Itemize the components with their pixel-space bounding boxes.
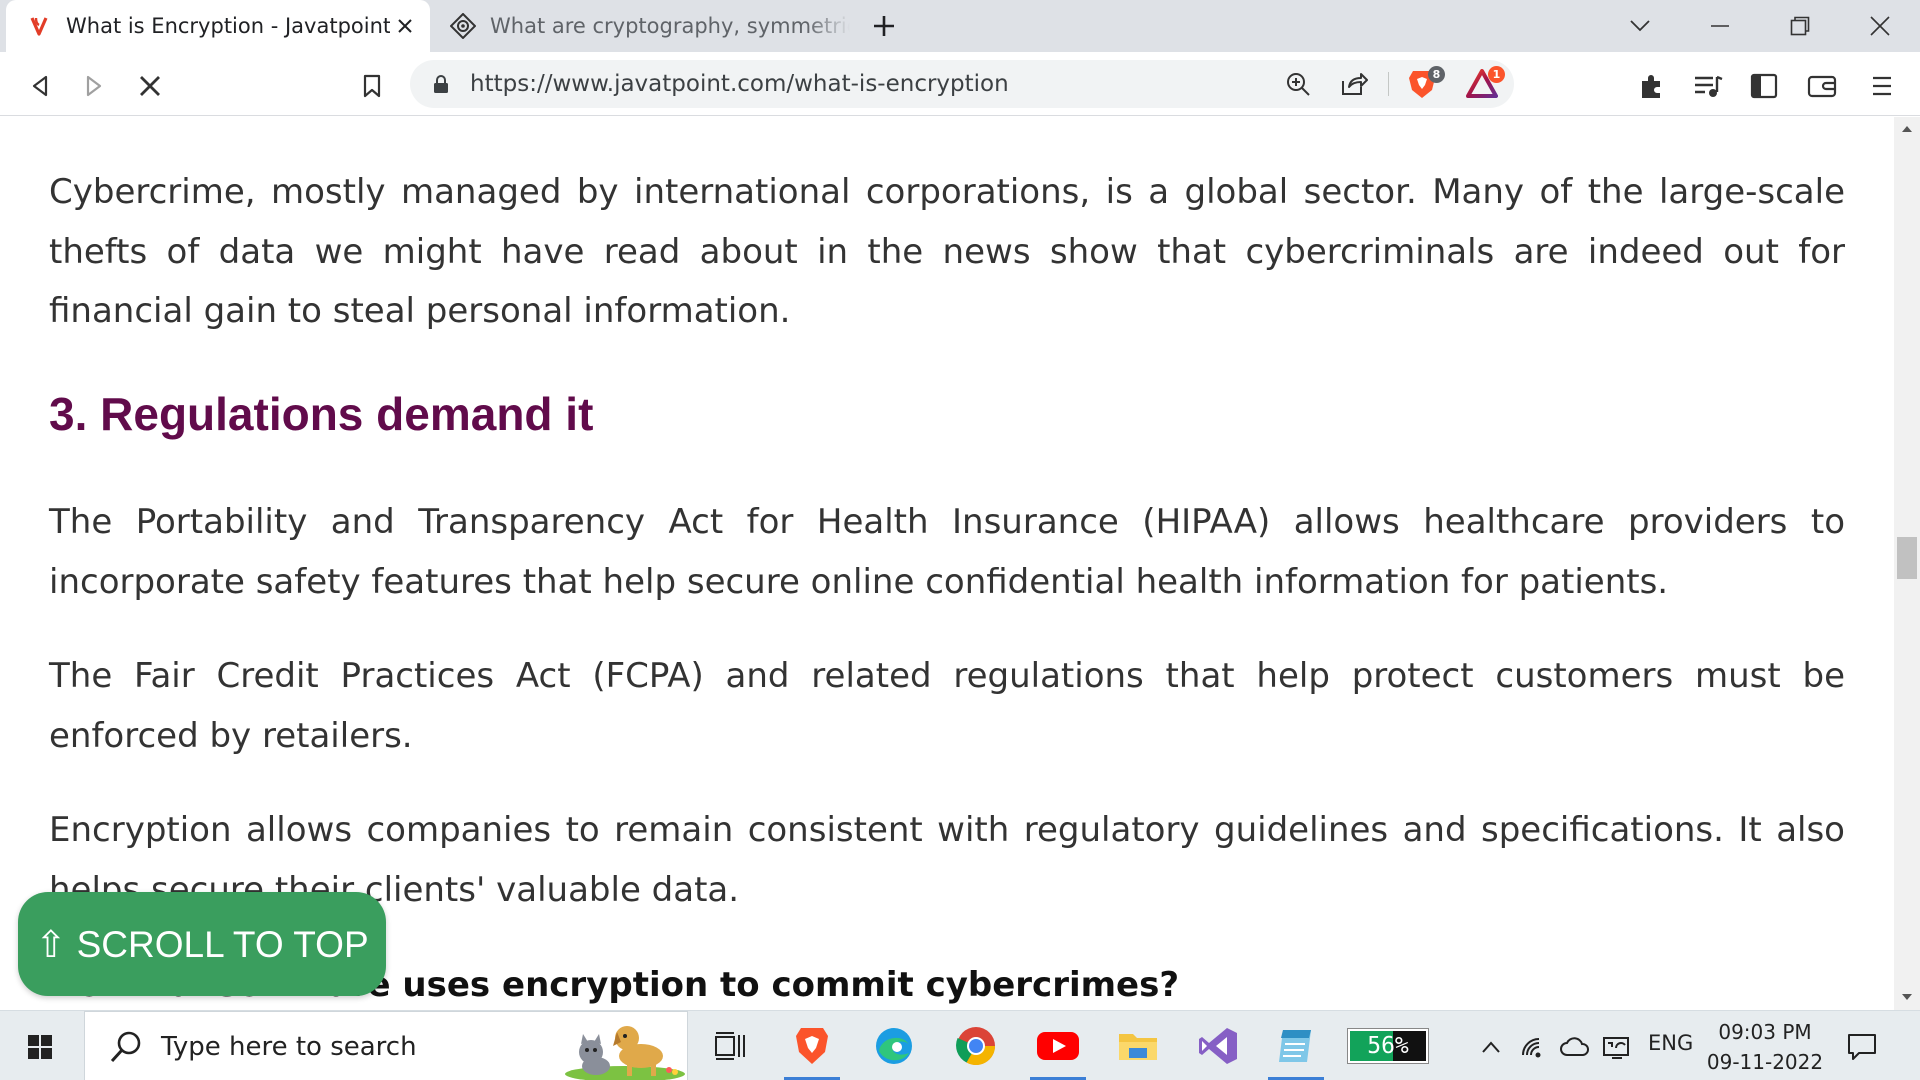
clock-time: 09:03 PM [1718, 1020, 1812, 1044]
close-tab-icon[interactable] [390, 11, 420, 41]
section-heading: 3. Regulations demand it [49, 388, 594, 440]
search-placeholder: Type here to search [161, 1032, 417, 1062]
onedrive-cloud-icon[interactable] [1558, 1031, 1592, 1063]
youtube-icon[interactable] [1028, 1017, 1088, 1080]
show-hidden-icons-chevron-icon[interactable] [1474, 1031, 1508, 1063]
search-highlight-pets-icon [561, 1014, 685, 1080]
notification-center-icon[interactable] [1842, 1029, 1882, 1065]
main-menu-icon[interactable] [1862, 66, 1902, 106]
shield-count-badge: 8 [1428, 66, 1445, 83]
notepad-icon[interactable] [1266, 1017, 1326, 1080]
omnibox-divider [1388, 72, 1389, 96]
windows-taskbar: Type here to search 56% ENG 09:03 PM 09-… [0, 1010, 1920, 1080]
scrollbar-thumb[interactable] [1897, 537, 1917, 579]
windows-start-icon[interactable] [18, 1025, 62, 1069]
restore-button[interactable] [1772, 0, 1828, 52]
paragraph-hipaa: The Portability and Transparency Act for… [49, 502, 1845, 602]
back-button[interactable] [20, 66, 60, 106]
tab-title: What are cryptography, symmetric and [490, 14, 850, 38]
scroll-to-top-button[interactable]: ⇧ SCROLL TO TOP [18, 892, 386, 996]
tab-cryptography[interactable]: What are cryptography, symmetric and [430, 0, 850, 52]
rewards-count-badge: 1 [1488, 66, 1505, 83]
file-explorer-icon[interactable] [1108, 1017, 1168, 1075]
tab-strip: What is Encryption - Javatpoint What are… [0, 0, 1920, 52]
scroll-down-arrow-icon[interactable] [1899, 989, 1915, 1005]
extensions-icon[interactable] [1632, 66, 1672, 106]
page-scrollbar[interactable] [1894, 117, 1920, 1010]
javatpoint-favicon-icon [26, 13, 52, 39]
new-tab-button[interactable] [868, 10, 900, 42]
wifi-icon[interactable] [1518, 1031, 1552, 1063]
url-text[interactable]: https://www.javatpoint.com/what-is-encry… [470, 71, 1009, 97]
network-display-icon[interactable] [1600, 1031, 1634, 1063]
browser-toolbar: https://www.javatpoint.com/what-is-encry… [0, 52, 1920, 116]
input-language[interactable]: ENG [1648, 1031, 1693, 1055]
stop-loading-button[interactable] [130, 66, 170, 106]
brave-browser-icon[interactable] [782, 1017, 842, 1080]
site-favicon-icon [450, 13, 476, 39]
edge-browser-icon[interactable] [864, 1017, 924, 1075]
tab-title: What is Encryption - Javatpoint [66, 14, 390, 38]
page-content: Cybercrime, mostly managed by internatio… [0, 117, 1894, 1010]
paragraph-fcpa: The Fair Credit Practices Act (FCPA) and… [49, 656, 1845, 756]
lock-icon[interactable] [432, 74, 450, 94]
visual-studio-icon[interactable] [1188, 1017, 1248, 1075]
forward-button[interactable] [74, 66, 114, 106]
paragraph-cybercrime: Cybercrime, mostly managed by internatio… [49, 172, 1845, 331]
share-icon[interactable] [1338, 68, 1370, 100]
clock-date: 09-11-2022 [1706, 1050, 1824, 1074]
task-view-icon[interactable] [700, 1017, 760, 1075]
sidebar-toggle-icon[interactable] [1744, 66, 1784, 106]
chrome-browser-icon[interactable] [946, 1017, 1006, 1075]
playlist-icon[interactable] [1688, 66, 1728, 106]
zoom-icon[interactable] [1282, 68, 1314, 100]
battery-indicator[interactable]: 56% [1347, 1028, 1429, 1064]
system-clock[interactable]: 09:03 PM 09-11-2022 [1700, 1017, 1830, 1077]
taskbar-search-box[interactable]: Type here to search [84, 1011, 688, 1080]
minimize-button[interactable] [1692, 0, 1748, 52]
tab-javatpoint[interactable]: What is Encryption - Javatpoint [6, 0, 430, 52]
bookmark-icon[interactable] [352, 66, 392, 106]
tab-search-chevron-icon[interactable] [1612, 0, 1668, 52]
address-bar[interactable]: https://www.javatpoint.com/what-is-encry… [410, 60, 1514, 108]
wallet-icon[interactable] [1802, 66, 1842, 106]
scroll-up-arrow-icon[interactable] [1899, 121, 1915, 137]
close-window-button[interactable] [1852, 0, 1908, 52]
battery-percent: 56% [1367, 1033, 1409, 1059]
search-icon [107, 1028, 145, 1066]
